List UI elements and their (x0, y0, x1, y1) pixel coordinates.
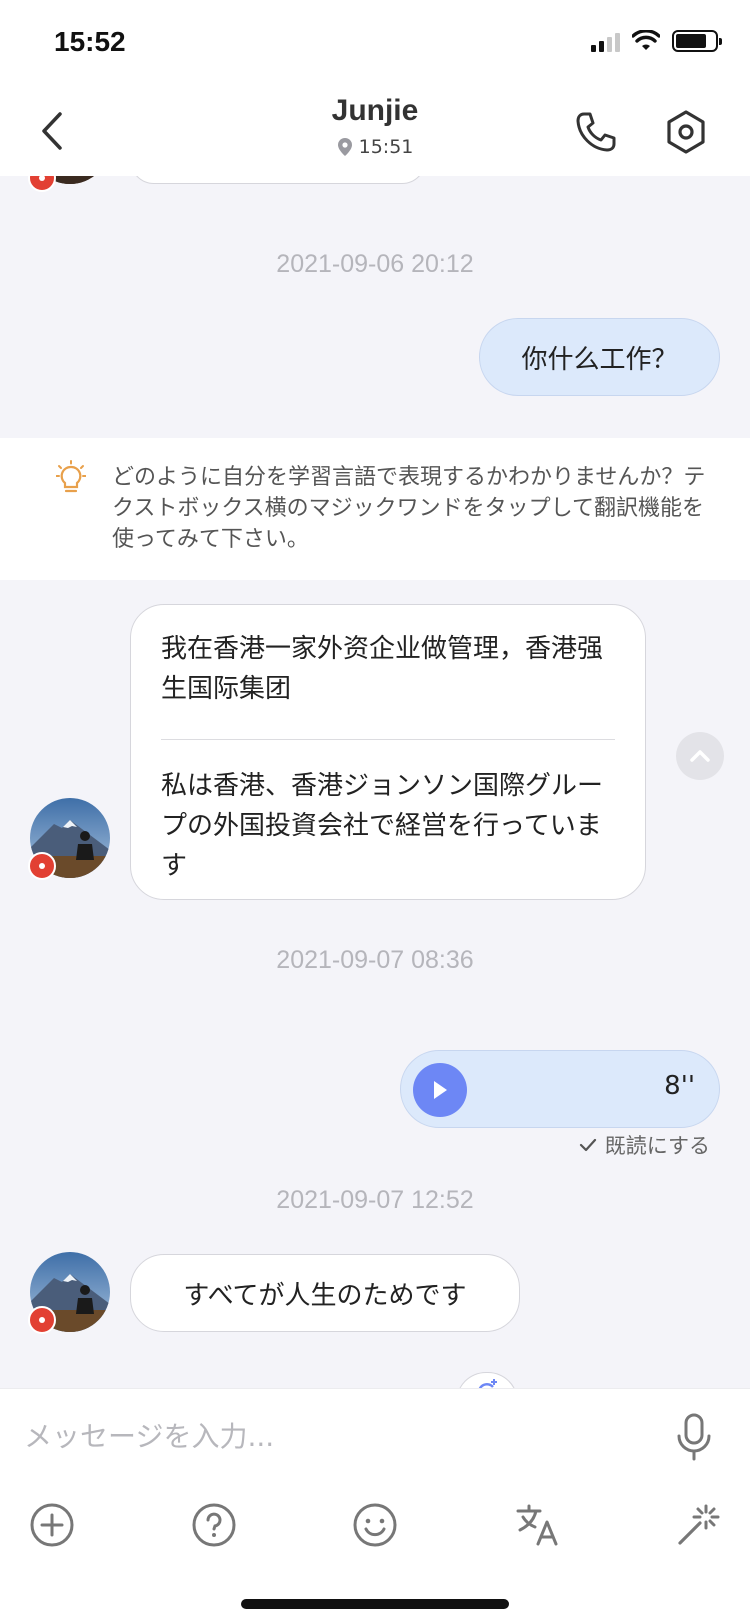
composer-toolbar (0, 1497, 750, 1561)
phone-icon (576, 112, 616, 152)
status-time: 15:52 (54, 26, 126, 57)
status-icons (591, 30, 722, 52)
cellular-signal-icon (591, 30, 620, 52)
location-pin-icon (337, 138, 352, 156)
scroll-up-button[interactable] (676, 732, 724, 780)
call-button[interactable] (570, 106, 622, 158)
message-input[interactable] (24, 1409, 644, 1463)
plus-circle-icon (30, 1503, 74, 1547)
mark-as-read-label: 既読にする (604, 1134, 710, 1158)
tip-banner: どのように自分を学習言語で表現するかわかりませんか？テクストボックス横のマジック… (0, 438, 750, 580)
question-circle-icon (192, 1503, 236, 1547)
voice-message-bubble[interactable]: 8'' (400, 1050, 720, 1128)
magic-wand-button[interactable] (670, 1497, 726, 1553)
hong-kong-flag-icon (28, 1306, 56, 1334)
settings-button[interactable] (660, 106, 712, 158)
chat-header: Junjie 15:51 (0, 88, 750, 176)
outgoing-message-bubble[interactable]: 你什么工作？ (479, 318, 720, 396)
voice-record-button[interactable] (672, 1411, 716, 1463)
voice-duration: 8'' (664, 1071, 695, 1101)
translate-button[interactable] (510, 1497, 566, 1553)
hong-kong-flag-icon (28, 176, 56, 192)
battery-icon (672, 30, 722, 52)
header-title-block: Junjie 15:51 (0, 94, 750, 161)
incoming-message-bubble[interactable]: 我在香港一家外资企业做管理，香港强生国际集团 私は香港、香港ジョンソン国際グルー… (130, 604, 646, 900)
emoji-button[interactable] (347, 1497, 403, 1553)
hexagon-gear-icon (667, 110, 705, 154)
hong-kong-flag-icon (28, 852, 56, 880)
previous-message-bubble[interactable] (130, 176, 426, 184)
translation-divider (161, 739, 615, 740)
help-button[interactable] (186, 1497, 242, 1553)
microphone-icon (677, 1413, 711, 1461)
message-text: 我在香港一家外资企业做管理，香港强生国际集团 (161, 634, 604, 704)
tip-text: どのように自分を学習言語で表現するかわかりませんか？テクストボックス横のマジック… (112, 465, 706, 552)
timestamp: 2021-09-07 12:52 (276, 1186, 474, 1214)
translate-icon (516, 1504, 558, 1546)
timestamp: 2021-09-06 20:12 (276, 250, 474, 278)
lightbulb-icon (56, 460, 86, 493)
local-time-text: 15:51 (358, 136, 414, 158)
timestamp: 2021-09-07 08:36 (276, 946, 474, 974)
chat-messages[interactable]: 2021-09-06 20:12 你什么工作？ どのように自分を学習言語で表現す… (0, 176, 750, 1388)
message-translation: 私は香港、香港ジョンソン国際グループの外国投資会社で経営を行っています (161, 771, 604, 881)
smiley-icon (353, 1503, 397, 1547)
contact-local-time: 15:51 (337, 136, 414, 158)
check-icon (579, 1138, 596, 1152)
contact-name: Junjie (331, 94, 419, 127)
home-indicator (241, 1599, 509, 1609)
status-bar: 15:52 (0, 0, 750, 88)
wifi-icon (632, 30, 660, 50)
incoming-message-bubble[interactable]: すべてが人生のためです (130, 1254, 520, 1332)
message-composer (0, 1388, 750, 1624)
translate-message-button[interactable] (456, 1372, 518, 1388)
message-text: すべてが人生のためです (183, 1280, 467, 1311)
magic-wand-icon (678, 1504, 720, 1545)
mark-as-read-button[interactable]: 既読にする (579, 1130, 710, 1160)
play-icon (434, 1081, 447, 1099)
message-text: 你什么工作？ (521, 344, 678, 375)
translate-small-icon (478, 1379, 497, 1388)
chevron-up-icon (690, 750, 710, 762)
play-button[interactable] (413, 1063, 467, 1117)
add-attachment-button[interactable] (24, 1497, 80, 1553)
